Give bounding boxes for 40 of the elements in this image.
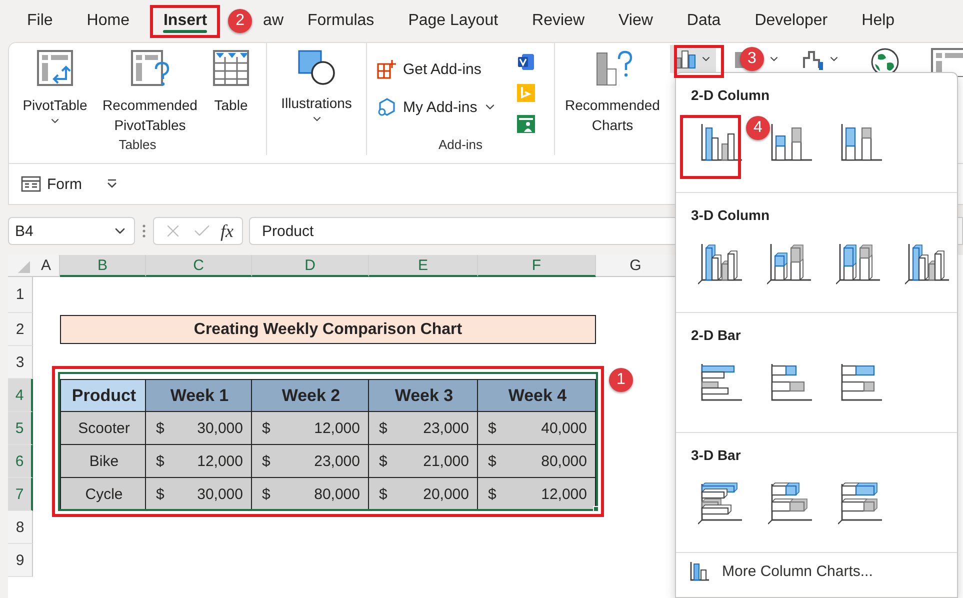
currency-symbol: $	[488, 420, 496, 436]
amount-text: 30,000	[197, 420, 243, 436]
currency-symbol: $	[488, 486, 496, 502]
column-heading: Week 3	[369, 379, 478, 412]
column-heading: Week 1	[146, 379, 252, 412]
cell-reference: B4	[15, 222, 34, 240]
amount-text: 23,000	[314, 452, 360, 470]
group-label: Tables	[118, 137, 158, 154]
currency-symbol: $	[262, 486, 270, 502]
column-heading: Week 2	[252, 379, 369, 412]
amount-text: 20,000	[423, 486, 469, 502]
amount-text: 80,000	[541, 452, 587, 470]
table-cell: Bike	[60, 445, 146, 478]
currency-symbol: $	[262, 420, 270, 436]
table-cell: Scooter	[60, 412, 146, 445]
section-title: 3-D Bar	[691, 447, 742, 463]
amount-text: 80,000	[314, 486, 360, 502]
currency-symbol: $	[379, 486, 388, 502]
sheet-title: Creating Weekly Comparison Chart	[60, 315, 596, 344]
section-title: 2-D Bar	[691, 327, 742, 343]
table-cell: Cycle	[60, 478, 146, 511]
currency-symbol: $	[379, 420, 388, 436]
currency-symbol: $	[156, 420, 164, 436]
currency-symbol: $	[379, 452, 388, 470]
amount-text: 21,000	[423, 452, 469, 470]
amount-text: 12,000	[314, 420, 360, 436]
currency-symbol: $	[156, 486, 164, 502]
amount-text: 23,000	[423, 420, 469, 436]
group-label: Add-ins	[437, 137, 484, 154]
amount-text: 30,000	[197, 486, 243, 502]
column-heading: Week 4	[478, 379, 596, 412]
amount-text: 12,000	[197, 452, 243, 470]
currency-symbol: $	[262, 452, 270, 470]
step-badge: 2	[228, 9, 252, 33]
currency-symbol: $	[488, 452, 496, 470]
currency-symbol: $	[156, 452, 164, 470]
amount-text: 12,000	[541, 486, 587, 502]
amount-text: 40,000	[541, 420, 587, 436]
section-title: 2-D Column	[691, 87, 771, 103]
column-heading: Product	[60, 379, 146, 412]
